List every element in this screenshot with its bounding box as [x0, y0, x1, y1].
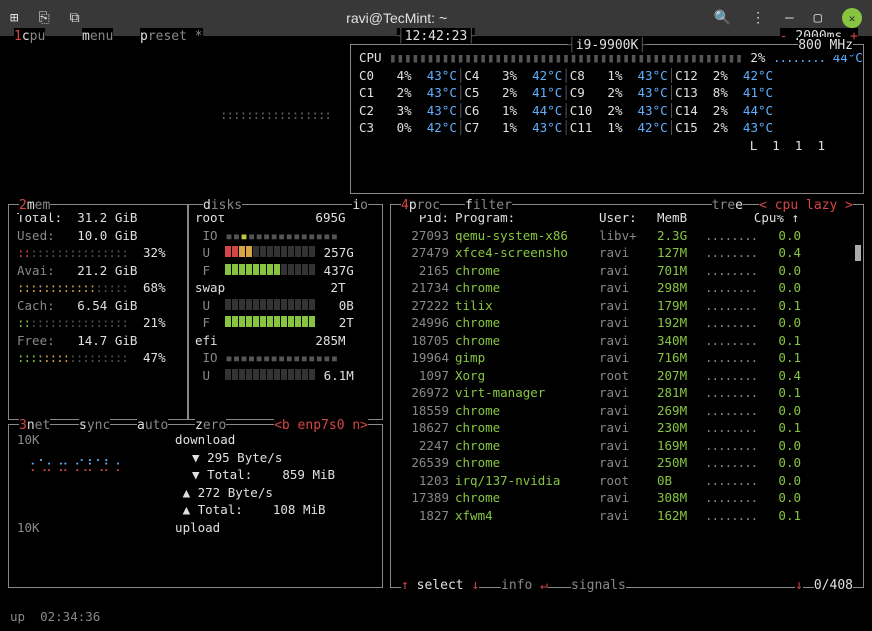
terminal: 1cpu menu preset * ┤12:42:23├ - 2000ms +…: [0, 36, 872, 631]
cpu-overall-pct: 2%: [750, 50, 765, 65]
disk-swap-name: swap: [195, 280, 225, 295]
hdr-user[interactable]: User:: [599, 209, 657, 227]
disk-efi-size: 285M: [315, 333, 345, 348]
uptime: up 02:34:36: [10, 608, 100, 626]
proc-row[interactable]: 26539chromeravi250M........0.0: [391, 454, 863, 472]
disk-efi-io: 6.1M: [324, 368, 354, 383]
mem-avai-label: Avai:: [17, 263, 55, 278]
proc-row[interactable]: 19964gimpravi716M........0.1: [391, 349, 863, 367]
mem-avai-val: 21.2 GiB: [77, 263, 137, 278]
net-scale-bot: 10K: [17, 520, 40, 535]
mem-free-label: Free:: [17, 333, 55, 348]
net-up-total: ▲ Total: 108 MiB: [183, 502, 326, 517]
close-icon[interactable]: ✕: [842, 8, 862, 28]
proc-row[interactable]: 1097Xorgroot207M........0.4: [391, 367, 863, 385]
proc-panel: 4proc filter tree < cpu lazy > Pid: Prog…: [390, 204, 864, 588]
footer-signals[interactable]: signals: [571, 578, 626, 593]
minimize-icon[interactable]: —: [785, 10, 793, 26]
footer-info[interactable]: info: [501, 578, 532, 593]
net-down-total: ▼ Total: 859 MiB: [192, 467, 335, 482]
proc-row[interactable]: 27479xfce4-screenshoravi127M........0.4: [391, 244, 863, 262]
mem-free-pct: 47%: [143, 350, 166, 365]
proc-row[interactable]: 27222tilixravi179M........0.1: [391, 297, 863, 315]
proc-row[interactable]: 1827xfwm4ravi162M........0.1: [391, 507, 863, 525]
search-icon[interactable]: 🔍: [714, 10, 731, 26]
scroll-indicator[interactable]: [855, 245, 861, 261]
disk-swap-used: 0B: [339, 298, 354, 313]
disk-swap-size: 2T: [330, 280, 345, 295]
proc-row[interactable]: 26972virt-managerravi281M........0.1: [391, 384, 863, 402]
proc-row[interactable]: 18627chromeravi230M........0.1: [391, 419, 863, 437]
mem-cach-val: 6.54 GiB: [77, 298, 137, 313]
menu-icon[interactable]: ⋮: [751, 10, 765, 26]
net-down-rate: ▼ 295 Byte/s: [192, 450, 282, 465]
load-label: L 1 1 1: [750, 138, 825, 153]
proc-row[interactable]: 24996chromeravi192M........0.0: [391, 314, 863, 332]
proc-row[interactable]: 2247chromeravi169M........0.0: [391, 437, 863, 455]
proc-row[interactable]: 18559chromeravi269M........0.0: [391, 402, 863, 420]
clock: 12:42:23: [405, 29, 468, 44]
maximize-icon[interactable]: ▢: [814, 10, 822, 26]
mem-used-val: 10.0 GiB: [77, 228, 137, 243]
disk-root-used: 257G: [324, 245, 354, 260]
proc-row[interactable]: 1203irq/137-nvidiaroot0B........0.0: [391, 472, 863, 490]
new-tab-icon[interactable]: ⊞: [10, 10, 18, 26]
mem-total-val: 31.2 GiB: [77, 210, 137, 225]
cpu-name: i9-9900K: [576, 38, 639, 53]
disk-panel: disks io root 695G IO ▪▪▪▪▪▪▪▪▪▪▪▪▪▪▪ U …: [188, 204, 383, 420]
disk-efi-name: efi: [195, 333, 218, 348]
mem-free-val: 14.7 GiB: [77, 333, 137, 348]
net-panel: 3net sync auto zero <b enp7s0 n> 10K dow…: [8, 424, 383, 588]
net-interface: <b enp7s0 n>: [274, 418, 368, 433]
mem-used-label: Used:: [17, 228, 55, 243]
mem-panel: 2mem Total: 31.2 GiB Used: 10.0 GiB ::::…: [8, 204, 188, 420]
disk-root-free: 437G: [324, 263, 354, 278]
proc-row[interactable]: 21734chromeravi298M........0.0: [391, 279, 863, 297]
mem-cach-label: Cach:: [17, 298, 55, 313]
proc-row[interactable]: 17389chromeravi308M........0.0: [391, 489, 863, 507]
proc-row[interactable]: 2165chromeravi701M........0.0: [391, 262, 863, 280]
split-icon[interactable]: ⧉: [70, 10, 80, 26]
footer-count: 0/408: [814, 578, 853, 593]
mem-avai-pct: 68%: [143, 280, 166, 295]
net-upload-label: upload: [175, 520, 220, 535]
net-up-rate: ▲ 272 Byte/s: [183, 485, 273, 500]
proc-row[interactable]: 27093qemu-system-x86libv+2.3G........0.0: [391, 227, 863, 245]
mem-cach-pct: 21%: [143, 315, 166, 330]
cpu-cores-panel: ┤i9-9900K├ 800 MHz CPU ▮▮▮▮▮▮▮▮▮▮▮▮▮▮▮▮▮…: [350, 44, 864, 194]
hdr-memb[interactable]: MemB: [657, 209, 707, 227]
footer-select[interactable]: select: [417, 578, 464, 593]
mem-used-pct: 32%: [143, 245, 166, 260]
cpu-freq: 800 MHz: [798, 38, 853, 53]
proc-row[interactable]: 18705chromeravi340M........0.1: [391, 332, 863, 350]
disk-root-size: 695G: [315, 210, 345, 225]
add-terminal-icon[interactable]: ⎘: [38, 10, 49, 26]
window-title: ravi@TecMint: ~: [96, 10, 698, 26]
disk-swap-free: 2T: [339, 315, 354, 330]
super-1: 1: [14, 29, 22, 44]
proc-sort[interactable]: < cpu lazy >: [759, 198, 853, 213]
